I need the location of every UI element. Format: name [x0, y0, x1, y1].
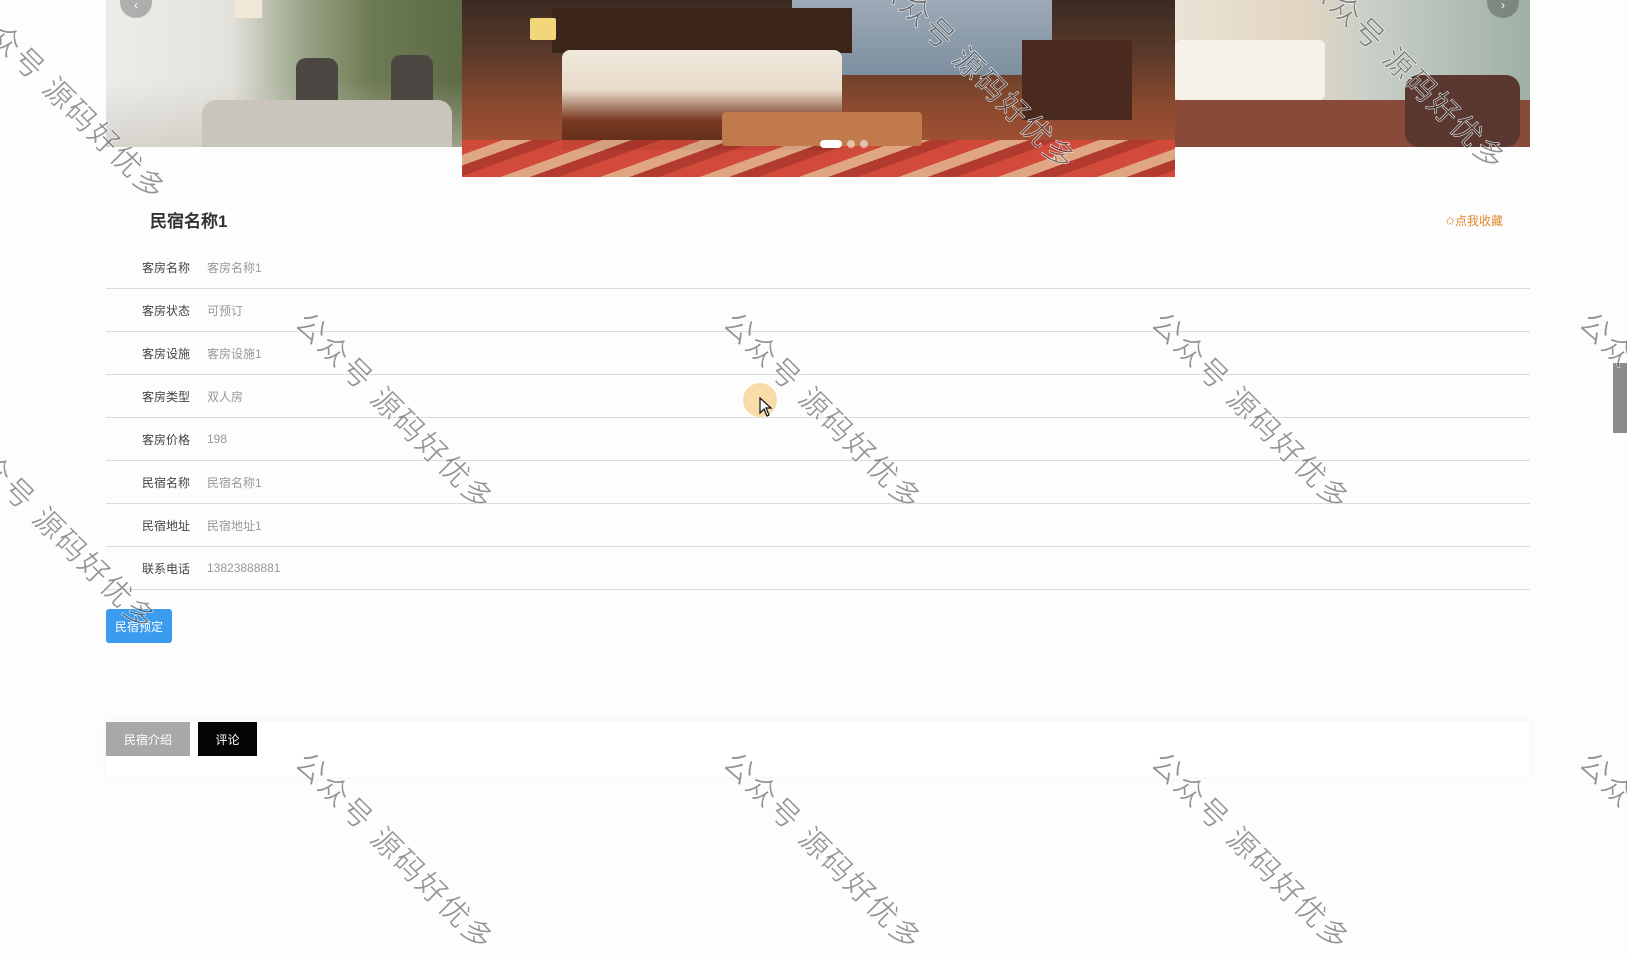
detail-value: 民宿名称1	[207, 475, 262, 490]
mouse-pointer-icon	[759, 397, 773, 417]
detail-row: 客房名称 客房名称1	[106, 246, 1530, 289]
detail-key: 客房设施	[141, 346, 190, 361]
detail-value: 双人房	[207, 389, 244, 404]
detail-value: 可预订	[207, 303, 244, 318]
detail-key: 客房类型	[141, 389, 190, 404]
detail-value: 198	[207, 432, 228, 446]
slide-decor	[552, 8, 852, 53]
tab-comments[interactable]: 评论	[198, 722, 257, 756]
detail-value: 民宿地址1	[207, 518, 262, 533]
carousel-slide-prev[interactable]	[106, 0, 462, 147]
detail-key: 客房名称	[141, 260, 190, 275]
slide-decor	[1175, 40, 1325, 100]
slide-decor	[530, 18, 556, 40]
carousel-indicators	[820, 140, 868, 148]
favorite-link[interactable]: ✩点我收藏	[1445, 212, 1503, 229]
page-title: 民宿名称1	[150, 212, 228, 231]
detail-key: 客房状态	[141, 303, 190, 318]
detail-value: 客房设施1	[207, 346, 262, 361]
watermark-text: 公众号 源码好优多	[1572, 746, 1627, 958]
carousel-dot[interactable]	[820, 140, 842, 148]
detail-value: 客房名称1	[207, 260, 262, 275]
tab-intro[interactable]: 民宿介绍	[106, 722, 190, 756]
detail-key: 民宿名称	[141, 475, 190, 490]
detail-key: 客房价格	[141, 432, 190, 447]
detail-row: 联系电话 13823888881	[106, 547, 1530, 590]
detail-value: 13823888881	[207, 561, 281, 575]
detail-row: 民宿地址 民宿地址1	[106, 504, 1530, 547]
carousel-dot[interactable]	[860, 140, 868, 148]
slide-decor	[234, 0, 262, 18]
carousel-dot[interactable]	[847, 140, 855, 148]
detail-key: 民宿地址	[141, 518, 190, 533]
slide-decor	[202, 100, 452, 147]
